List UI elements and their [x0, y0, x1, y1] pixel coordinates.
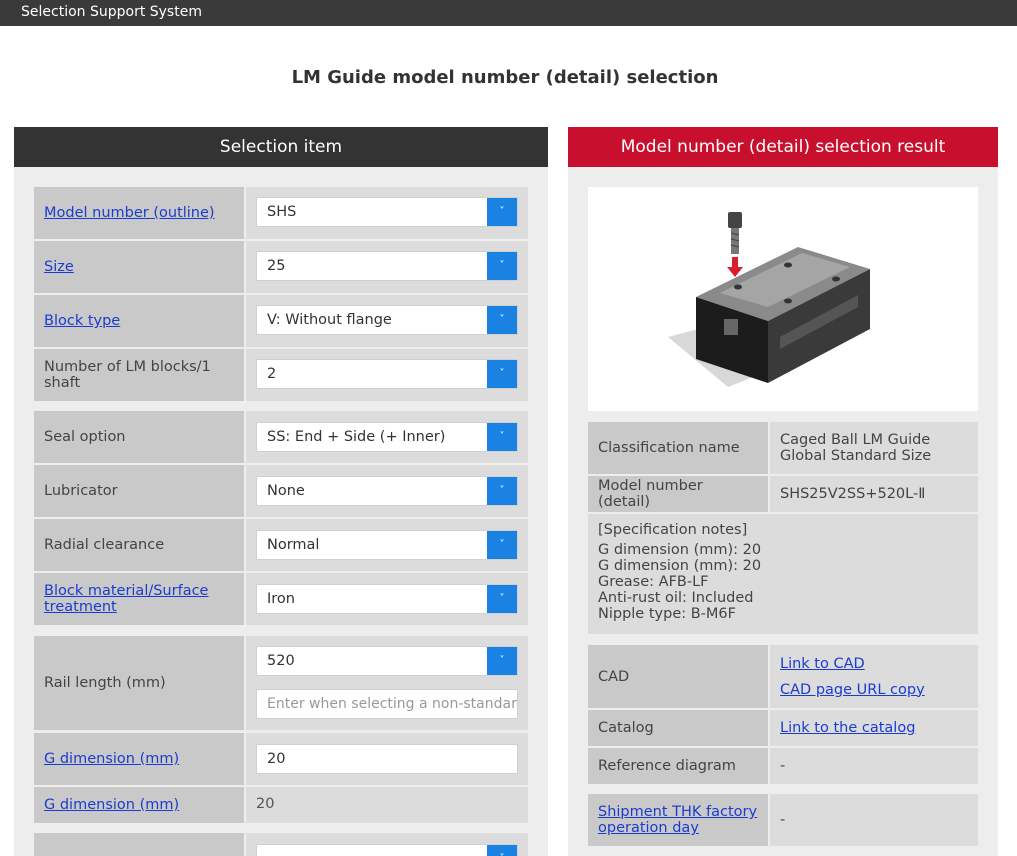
model-number-outline-link[interactable]: Model number (outline)	[44, 205, 215, 221]
seal-option-select[interactable]: SS: End + Side (+ Inner) ˅	[256, 422, 518, 452]
row-model-number-outline: Model number (outline) SHS ˅	[34, 187, 528, 239]
row-lm-blocks: Number of LM blocks/1 shaft 2 ˅	[34, 349, 528, 401]
row-shipment: Shipment THK factory operation day -	[588, 794, 978, 846]
note-line: Nipple type: B-M6F	[598, 606, 736, 622]
page-title: LM Guide model number (detail) selection	[291, 67, 719, 88]
chevron-down-icon[interactable]: ˅	[487, 252, 517, 280]
note-line: Anti-rust oil: Included	[598, 590, 754, 606]
g-dimension-input[interactable]: 20	[256, 744, 518, 774]
chevron-down-icon[interactable]: ˅	[487, 477, 517, 505]
classification-name-label: Classification name	[588, 422, 768, 474]
rail-length-label: Rail length (mm)	[34, 636, 244, 730]
app-title: Selection Support System	[21, 4, 202, 20]
partial-row-label	[34, 833, 244, 856]
product-image	[588, 187, 978, 411]
classification-name-value: Caged Ball LM Guide Global Standard Size	[770, 422, 978, 474]
shipment-link[interactable]: Shipment THK factory operation day	[598, 804, 758, 836]
cad-label: CAD	[588, 645, 768, 708]
app-title-bar: Selection Support System	[0, 0, 1017, 26]
lubricator-label: Lubricator	[34, 465, 244, 517]
g-dimension-link-2[interactable]: G dimension (mm)	[44, 797, 179, 813]
catalog-label: Catalog	[588, 710, 768, 746]
rail-length-select[interactable]: 520 ˅	[256, 646, 518, 676]
chevron-down-icon[interactable]: ˅	[487, 423, 517, 451]
block-type-select[interactable]: V: Without flange ˅	[256, 305, 518, 335]
partial-row-select[interactable]: ˅	[256, 844, 518, 856]
model-number-detail-label: Model number (detail)	[588, 476, 768, 512]
block-material-select[interactable]: Iron ˅	[256, 584, 518, 614]
row-radial-clearance: Radial clearance Normal ˅	[34, 519, 528, 571]
chevron-down-icon[interactable]: ˅	[487, 531, 517, 559]
selection-result-header: Model number (detail) selection result	[568, 127, 998, 167]
note-line: Grease: AFB-LF	[598, 574, 709, 590]
row-partial: ˅	[34, 833, 528, 856]
lm-blocks-select[interactable]: 2 ˅	[256, 359, 518, 389]
size-link[interactable]: Size	[44, 259, 74, 275]
note-line: G dimension (mm): 20	[598, 542, 762, 558]
shipment-value: -	[770, 794, 978, 846]
cad-page-url-copy-link[interactable]: CAD page URL copy	[780, 682, 925, 698]
row-lubricator: Lubricator None ˅	[34, 465, 528, 517]
block-type-link[interactable]: Block type	[44, 313, 120, 329]
selection-item-header: Selection item	[14, 127, 548, 167]
model-number-outline-select[interactable]: SHS ˅	[256, 197, 518, 227]
reference-diagram-value: -	[770, 748, 978, 784]
g-dimension-value: 20	[256, 796, 275, 812]
rail-length-custom-input[interactable]: Enter when selecting a non-standard	[256, 689, 518, 719]
row-catalog: Catalog Link to the catalog	[588, 710, 978, 746]
chevron-down-icon[interactable]: ˅	[487, 647, 517, 675]
row-block-type: Block type V: Without flange ˅	[34, 295, 528, 347]
notes-title: [Specification notes]	[598, 522, 748, 538]
size-select[interactable]: 25 ˅	[256, 251, 518, 281]
block-material-link[interactable]: Block material/Surface treatment	[44, 583, 234, 615]
chevron-down-icon[interactable]: ˅	[487, 845, 517, 856]
row-cad: CAD Link to CAD CAD page URL copy	[588, 645, 978, 708]
link-to-catalog[interactable]: Link to the catalog	[780, 720, 915, 736]
radial-clearance-label: Radial clearance	[34, 519, 244, 571]
link-to-cad[interactable]: Link to CAD	[780, 656, 865, 672]
selection-item-panel: Model number (outline) SHS ˅ Size 25 ˅ B…	[14, 167, 548, 856]
row-rail-length: Rail length (mm) 520 ˅ Enter when select…	[34, 636, 528, 730]
row-g-dimension-input: G dimension (mm) 20	[34, 733, 528, 785]
model-number-detail-value: SHS25V2SS+520L-Ⅱ	[770, 476, 978, 512]
chevron-down-icon[interactable]: ˅	[487, 198, 517, 226]
lm-blocks-label: Number of LM blocks/1 shaft	[34, 349, 244, 401]
chevron-down-icon[interactable]: ˅	[487, 306, 517, 334]
row-classification-name: Classification name Caged Ball LM Guide …	[588, 422, 978, 474]
chevron-down-icon[interactable]: ˅	[487, 585, 517, 613]
row-block-material: Block material/Surface treatment Iron ˅	[34, 573, 528, 625]
row-size: Size 25 ˅	[34, 241, 528, 293]
g-dimension-link[interactable]: G dimension (mm)	[44, 751, 179, 767]
specification-notes: [Specification notes] G dimension (mm): …	[588, 514, 978, 634]
seal-option-label: Seal option	[34, 411, 244, 463]
lubricator-select[interactable]: None ˅	[256, 476, 518, 506]
radial-clearance-select[interactable]: Normal ˅	[256, 530, 518, 560]
note-line: G dimension (mm): 20	[598, 558, 762, 574]
selection-result-panel: Classification name Caged Ball LM Guide …	[568, 167, 998, 856]
chevron-down-icon[interactable]: ˅	[487, 360, 517, 388]
row-model-number-detail: Model number (detail) SHS25V2SS+520L-Ⅱ	[588, 476, 978, 512]
row-reference-diagram: Reference diagram -	[588, 748, 978, 784]
lm-guide-block-image	[668, 212, 870, 387]
row-g-dimension-readonly: G dimension (mm) 20	[34, 787, 528, 823]
reference-diagram-label: Reference diagram	[588, 748, 768, 784]
row-seal-option: Seal option SS: End + Side (+ Inner) ˅	[34, 411, 528, 463]
